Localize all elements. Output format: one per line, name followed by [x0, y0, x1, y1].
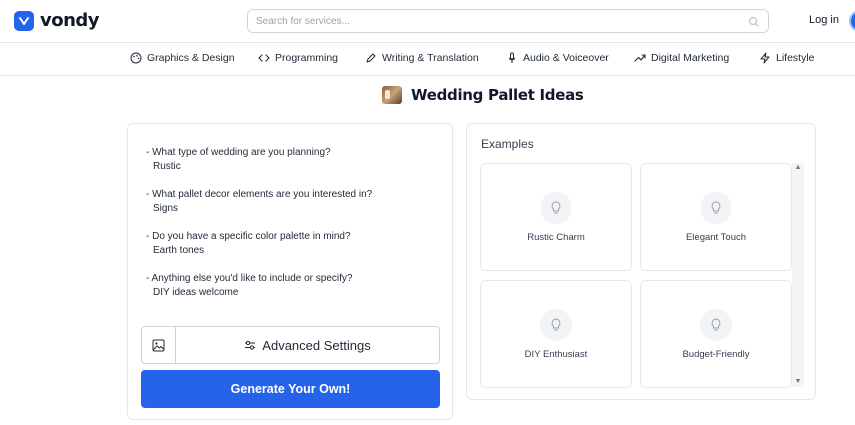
- qa-answer: Signs: [153, 203, 179, 214]
- nav-item-graphics-design[interactable]: Graphics & Design: [130, 52, 235, 64]
- example-card[interactable]: Rustic Charm: [480, 163, 632, 271]
- code-icon: [258, 54, 270, 62]
- qa-item[interactable]: - Anything else you'd like to include or…: [146, 272, 352, 300]
- image-upload-button[interactable]: [142, 327, 176, 363]
- prompt-panel: - What type of wedding are you planning?…: [127, 123, 453, 420]
- nav-label: Digital Marketing: [651, 52, 730, 64]
- qa-item[interactable]: - Do you have a specific color palette i…: [146, 230, 351, 258]
- microphone-icon: [508, 52, 516, 63]
- generate-button[interactable]: Generate Your Own!: [141, 370, 440, 408]
- examples-scrollbar[interactable]: ▲ ▼: [792, 163, 804, 387]
- advanced-settings-label: Advanced Settings: [262, 337, 371, 353]
- trend-up-icon: [634, 54, 646, 62]
- avatar[interactable]: [849, 10, 855, 32]
- title-thumbnail: [382, 86, 402, 104]
- qa-question: - What pallet decor elements are you int…: [146, 189, 373, 200]
- nav-item-audio-voiceover[interactable]: Audio & Voiceover: [506, 52, 609, 64]
- nav-label: Lifestyle: [776, 52, 815, 64]
- nav-label: Programming: [275, 52, 339, 64]
- qa-item[interactable]: - What type of wedding are you planning?…: [146, 146, 331, 174]
- examples-heading: Examples: [481, 137, 534, 151]
- sliders-icon: [245, 340, 256, 350]
- scroll-down-arrow-icon[interactable]: ▼: [792, 377, 804, 387]
- search-input[interactable]: [256, 15, 748, 27]
- lightbulb-icon: [700, 192, 732, 224]
- example-card[interactable]: DIY Enthusiast: [480, 280, 632, 388]
- lightning-icon: [760, 52, 770, 64]
- brand-name: vondy: [40, 10, 100, 31]
- advanced-settings-row: Advanced Settings: [141, 326, 440, 364]
- qa-answer: Earth tones: [153, 245, 205, 256]
- qa-question: - Anything else you'd like to include or…: [146, 273, 353, 284]
- login-link[interactable]: Log in: [809, 14, 839, 26]
- search-box[interactable]: [247, 9, 769, 33]
- category-nav: Graphics & Design Programming Writing & …: [0, 42, 855, 76]
- pen-icon: [366, 53, 376, 63]
- page-title-text: Wedding Pallet Ideas: [411, 86, 584, 104]
- example-card[interactable]: Elegant Touch: [640, 163, 792, 271]
- nav-label: Graphics & Design: [147, 52, 235, 64]
- nav-item-programming[interactable]: Programming: [258, 52, 338, 64]
- palette-icon: [130, 52, 142, 64]
- brand-logo[interactable]: vondy: [14, 10, 100, 31]
- vondy-logo-icon: [14, 10, 34, 31]
- example-card[interactable]: Budget-Friendly: [640, 280, 792, 388]
- nav-item-lifestyle[interactable]: Lifestyle: [759, 52, 815, 64]
- example-label: Elegant Touch: [685, 232, 747, 243]
- nav-label: Audio & Voiceover: [523, 52, 609, 64]
- nav-item-writing-translation[interactable]: Writing & Translation: [365, 52, 479, 64]
- top-header: vondy Log in: [0, 0, 855, 42]
- examples-panel: Examples Rustic Charm Elegant Touch DIY …: [466, 123, 816, 400]
- qa-question: - Do you have a specific color palette i…: [146, 231, 351, 242]
- nav-label: Writing & Translation: [382, 52, 479, 64]
- qa-answer: DIY ideas welcome: [153, 287, 239, 298]
- example-label: Budget-Friendly: [682, 349, 750, 360]
- example-label: Rustic Charm: [527, 232, 585, 243]
- qa-question: - What type of wedding are you planning?: [146, 147, 331, 158]
- image-icon: [152, 339, 165, 351]
- page-title: Wedding Pallet Ideas: [382, 86, 584, 104]
- nav-item-digital-marketing[interactable]: Digital Marketing: [634, 52, 729, 64]
- lightbulb-icon: [540, 309, 572, 341]
- advanced-settings-button[interactable]: Advanced Settings: [176, 327, 439, 363]
- lightbulb-icon: [540, 192, 572, 224]
- qa-item[interactable]: - What pallet decor elements are you int…: [146, 188, 372, 216]
- scroll-up-arrow-icon[interactable]: ▲: [792, 163, 804, 173]
- example-label: DIY Enthusiast: [524, 349, 588, 360]
- search-icon[interactable]: [748, 15, 760, 27]
- lightbulb-icon: [700, 309, 732, 341]
- qa-answer: Rustic: [153, 161, 181, 172]
